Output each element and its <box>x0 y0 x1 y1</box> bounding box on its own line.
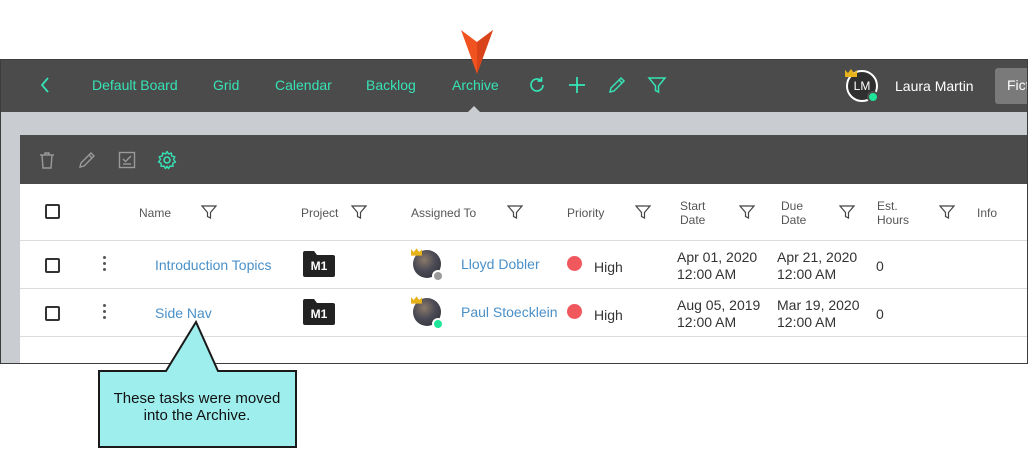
est-header-line1: Est. <box>877 199 898 213</box>
pencil-icon[interactable] <box>607 75 627 95</box>
due-date-day: Apr 21, 2020 <box>777 249 858 265</box>
callout-line-1: These tasks were moved <box>113 390 281 407</box>
assignee-name-link[interactable]: Paul Stoecklein <box>461 304 558 320</box>
column-header-assigned-to[interactable]: Assigned To <box>411 206 476 220</box>
filter-icon[interactable] <box>647 75 667 95</box>
column-header-info[interactable]: Info <box>977 206 997 220</box>
user-name[interactable]: Laura Martin <box>895 78 974 94</box>
project-label: M1 <box>310 307 328 321</box>
due-date-time: 12:00 AM <box>777 266 837 282</box>
online-status-indicator <box>432 318 444 330</box>
column-header-est-hours[interactable]: Est. Hours <box>877 199 909 227</box>
board-selector[interactable]: Ficti <box>995 68 1027 104</box>
project-badge[interactable]: M1 <box>303 299 335 325</box>
assignee-name-link[interactable]: Lloyd Dobler <box>461 256 540 272</box>
column-header-name[interactable]: Name <box>139 206 171 220</box>
priority-indicator <box>567 256 582 271</box>
pointer-arrow-icon <box>461 30 493 74</box>
nav-grid[interactable]: Grid <box>213 77 239 93</box>
task-name-link[interactable]: Introduction Topics <box>155 257 271 273</box>
crown-icon <box>411 296 422 304</box>
active-tab-indicator <box>467 106 481 113</box>
crown-icon <box>845 69 857 77</box>
due-date-time: 12:00 AM <box>777 314 837 330</box>
row-menu-icon[interactable] <box>101 256 107 274</box>
filter-icon[interactable] <box>201 204 217 220</box>
project-badge[interactable]: M1 <box>303 251 335 277</box>
estimated-hours: 0 <box>876 258 884 274</box>
start-date-day: Apr 01, 2020 <box>677 249 758 265</box>
annotated-screenshot: Default Board Grid Calendar Backlog Arch… <box>0 0 1028 456</box>
trash-icon[interactable] <box>37 150 57 170</box>
top-navigation-bar: Default Board Grid Calendar Backlog Arch… <box>1 60 1027 113</box>
filter-icon[interactable] <box>839 204 855 220</box>
panel-toolbar <box>20 135 1027 184</box>
start-date-day: Aug 05, 2019 <box>677 297 761 313</box>
column-header-priority[interactable]: Priority <box>567 206 604 220</box>
column-header-start-date[interactable]: Start Date <box>680 199 705 227</box>
archive-panel: Name Project Assigned To Priority Start D… <box>20 135 1027 363</box>
priority-indicator <box>567 304 582 319</box>
column-header-project[interactable]: Project <box>301 206 338 220</box>
due-header-line1: Due <box>781 199 804 213</box>
filter-icon[interactable] <box>351 204 367 220</box>
checklist-icon[interactable] <box>117 150 137 170</box>
crown-icon <box>411 248 422 256</box>
start-date: Aug 05, 2019 12:00 AM <box>677 297 760 331</box>
estimated-hours: 0 <box>876 306 884 322</box>
due-date-day: Mar 19, 2020 <box>777 297 860 313</box>
start-date: Apr 01, 2020 12:00 AM <box>677 249 757 283</box>
row-checkbox[interactable] <box>45 258 60 273</box>
table-header: Name Project Assigned To Priority Start D… <box>20 184 1027 241</box>
chevron-left-icon[interactable] <box>37 74 53 96</box>
pencil-icon[interactable] <box>77 150 97 170</box>
nav-default-board[interactable]: Default Board <box>92 77 178 93</box>
online-status-indicator <box>867 91 879 103</box>
row-menu-icon[interactable] <box>101 304 107 322</box>
priority-label: High <box>594 259 623 275</box>
start-header-line1: Start <box>680 199 706 213</box>
nav-backlog[interactable]: Backlog <box>366 77 416 93</box>
start-header-line2: Date <box>680 213 706 227</box>
due-date: Apr 21, 2020 12:00 AM <box>777 249 857 283</box>
est-header-line2: Hours <box>877 213 910 227</box>
nav-archive[interactable]: Archive <box>452 77 499 93</box>
column-header-due-date[interactable]: Due Date <box>781 199 806 227</box>
callout-line-2: into the Archive. <box>143 407 251 424</box>
select-all-checkbox[interactable] <box>45 204 60 219</box>
away-status-indicator <box>432 270 444 282</box>
table-row[interactable]: Side Nav M1 Paul Stoecklein High Aug 05,… <box>20 289 1027 337</box>
row-checkbox[interactable] <box>45 306 60 321</box>
due-header-line2: Date <box>781 213 807 227</box>
start-date-time: 12:00 AM <box>677 314 737 330</box>
refresh-icon[interactable] <box>527 75 547 95</box>
start-date-time: 12:00 AM <box>677 266 737 282</box>
filter-icon[interactable] <box>507 204 523 220</box>
filter-icon[interactable] <box>739 204 755 220</box>
plus-icon[interactable] <box>567 75 587 95</box>
table-row[interactable]: Introduction Topics M1 Lloyd Dobler High… <box>20 241 1027 289</box>
callout-text: These tasks were moved into the Archive. <box>100 390 294 424</box>
priority-label: High <box>594 307 623 323</box>
nav-calendar[interactable]: Calendar <box>275 77 332 93</box>
app-window: Default Board Grid Calendar Backlog Arch… <box>0 59 1028 364</box>
task-name-link[interactable]: Side Nav <box>155 305 212 321</box>
filter-icon[interactable] <box>939 204 955 220</box>
filter-icon[interactable] <box>635 204 651 220</box>
project-label: M1 <box>310 259 328 273</box>
due-date: Mar 19, 2020 12:00 AM <box>777 297 860 331</box>
gear-icon[interactable] <box>157 150 177 170</box>
